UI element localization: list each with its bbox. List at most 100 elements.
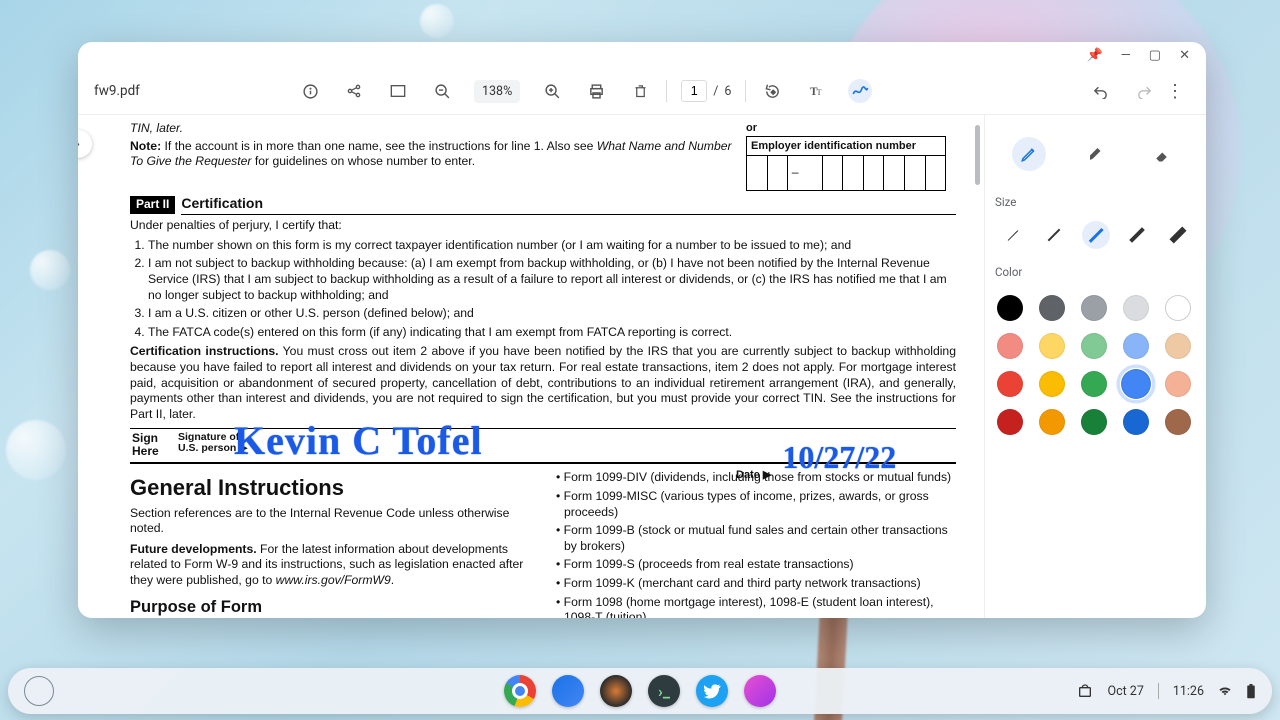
color-swatches (995, 291, 1196, 439)
ein-box: Employer identification number – (746, 136, 946, 191)
tote-icon (1077, 683, 1093, 699)
undo-icon[interactable] (1088, 79, 1112, 103)
color-swatch[interactable] (1123, 295, 1149, 321)
twitter-icon[interactable] (696, 675, 728, 707)
shelf: ›_ Oct 27 11:26 (8, 668, 1272, 714)
document-filename: fw9.pdf (94, 83, 294, 99)
shelf-apps: ›_ (504, 675, 776, 707)
size-options (995, 221, 1196, 249)
color-swatch[interactable] (1165, 409, 1191, 435)
color-swatch[interactable] (1039, 371, 1065, 397)
signature-row: SignHere Signature ofU.S. person ▶ Kevin… (130, 428, 956, 464)
pdf-toolbar: fw9.pdf 138% / 6 TT (78, 68, 1206, 114)
app-icon[interactable] (744, 675, 776, 707)
wallpaper-droplet (30, 250, 70, 290)
status-area[interactable]: Oct 27 11:26 (1077, 683, 1256, 699)
color-swatch[interactable] (1039, 295, 1065, 321)
launcher-button[interactable] (24, 676, 54, 706)
color-swatch[interactable] (1123, 409, 1149, 435)
page-number-input[interactable] (681, 80, 707, 102)
highlighter-tool[interactable] (1079, 137, 1113, 171)
files-icon[interactable] (552, 675, 584, 707)
size-xs[interactable] (999, 221, 1027, 249)
color-swatch[interactable] (997, 333, 1023, 359)
part-title: Certification (181, 195, 956, 215)
list-item: Form 1099-K (merchant card and third par… (556, 576, 956, 592)
color-swatch[interactable] (1165, 333, 1191, 359)
print-icon[interactable] (584, 79, 608, 103)
draw-tool-icon[interactable] (848, 79, 872, 103)
doc-text: Future developments. (130, 542, 257, 556)
color-swatch[interactable] (1081, 333, 1107, 359)
doc-text: Here (132, 444, 159, 458)
doc-text: U.S. person ▶ (178, 442, 247, 454)
app-icon[interactable] (600, 675, 632, 707)
color-swatch[interactable] (1081, 295, 1107, 321)
color-swatch[interactable] (997, 295, 1023, 321)
terminal-icon[interactable]: ›_ (648, 675, 680, 707)
pin-button[interactable]: 📌 (1086, 49, 1102, 62)
doc-text: TIN, later. (130, 121, 183, 135)
more-menu-icon[interactable]: ⋮ (1160, 81, 1190, 102)
handwritten-signature: Kevin C Tofel (234, 415, 483, 466)
text-tool-icon[interactable]: TT (804, 79, 828, 103)
color-swatch[interactable] (1081, 409, 1107, 435)
battery-icon (1246, 684, 1256, 699)
size-sm[interactable] (1040, 221, 1068, 249)
doc-text: Under penalties of perjury, I certify th… (130, 218, 956, 234)
eraser-tool[interactable] (1146, 137, 1180, 171)
color-label: Color (995, 265, 1196, 279)
minimize-button[interactable]: — (1121, 49, 1131, 62)
color-swatch[interactable] (1165, 295, 1191, 321)
part-tag: Part II (130, 196, 175, 213)
pen-tool[interactable] (1012, 137, 1046, 171)
color-swatch[interactable] (1165, 371, 1191, 397)
document-pane[interactable]: TIN, later. Note: If the account is in m… (78, 115, 984, 618)
vertical-scrollbar[interactable] (972, 115, 982, 618)
zoom-in-icon[interactable] (540, 79, 564, 103)
share-icon[interactable] (342, 79, 366, 103)
heading-purpose-of-form: Purpose of Form (130, 597, 530, 618)
content-area: TIN, later. Note: If the account is in m… (78, 114, 1206, 618)
rotate-icon[interactable] (760, 79, 784, 103)
color-swatch[interactable] (1123, 333, 1149, 359)
color-swatch[interactable] (997, 371, 1023, 397)
list-item: I am not subject to backup withholding b… (148, 256, 956, 303)
color-swatch[interactable] (1039, 333, 1065, 359)
certification-list: The number shown on this form is my corr… (148, 238, 956, 341)
color-swatch[interactable] (1039, 409, 1065, 435)
zoom-out-icon[interactable] (430, 79, 454, 103)
redo-icon[interactable] (1132, 79, 1156, 103)
pdf-page: TIN, later. Note: If the account is in m… (78, 115, 984, 618)
doc-text: Certification instructions. (130, 344, 279, 358)
chrome-icon[interactable] (504, 675, 536, 707)
maximize-button[interactable]: ▢ (1149, 49, 1161, 62)
page-indicator: / 6 (681, 80, 731, 102)
delete-icon[interactable] (628, 79, 652, 103)
wallpaper-droplet (420, 4, 454, 38)
wifi-icon (1218, 685, 1232, 697)
fit-page-icon[interactable] (386, 79, 410, 103)
page-separator: / (713, 84, 718, 99)
color-swatch[interactable] (1121, 369, 1151, 399)
status-date: Oct 27 (1107, 684, 1143, 699)
doc-text: for guidelines on whose number to enter. (252, 154, 476, 168)
size-xl[interactable] (1164, 221, 1192, 249)
ein-label: Employer identification number (747, 137, 945, 156)
toolbar-separator (666, 80, 667, 102)
list-item: Form 1099-MISC (various types of income,… (556, 489, 956, 520)
pdf-viewer-window: › 📌 — ▢ ✕ fw9.pdf 138% (78, 42, 1206, 618)
doc-text: www.irs.gov/FormW9 (276, 573, 391, 587)
doc-text: Note: (130, 139, 161, 153)
size-lg[interactable] (1123, 221, 1151, 249)
list-item: Form 1099-B (stock or mutual fund sales … (556, 523, 956, 554)
close-button[interactable]: ✕ (1179, 49, 1190, 62)
wallpaper-droplet (6, 420, 66, 480)
window-titlebar: 📌 — ▢ ✕ (78, 42, 1206, 68)
color-swatch[interactable] (997, 409, 1023, 435)
size-md[interactable] (1082, 221, 1110, 249)
zoom-level[interactable]: 138% (474, 80, 520, 103)
color-swatch[interactable] (1081, 371, 1107, 397)
info-icon[interactable] (298, 79, 322, 103)
svg-text:T: T (817, 88, 822, 97)
